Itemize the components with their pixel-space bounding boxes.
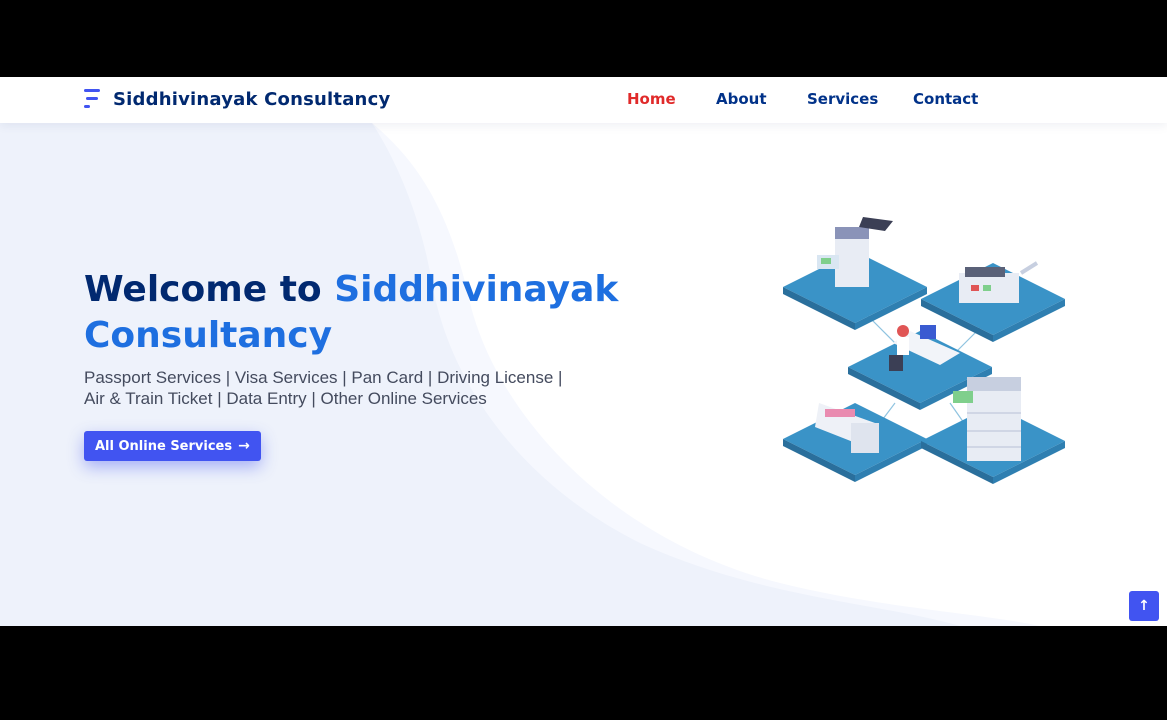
- arrow-right-icon: →: [238, 438, 250, 454]
- machine-platform: [921, 261, 1065, 342]
- hero-subtitle-line-1: Passport Services | Visa Services | Pan …: [84, 368, 563, 387]
- all-online-services-button[interactable]: All Online Services →: [84, 431, 261, 461]
- printer-platform: [783, 217, 927, 330]
- arrow-up-icon: ↑: [1138, 598, 1150, 614]
- hero-subtitle: Passport Services | Visa Services | Pan …: [84, 367, 584, 409]
- scanner-platform: [783, 403, 927, 482]
- services-isometric-illustration: [783, 217, 1065, 484]
- hero-section: Welcome to Siddhivinayak Consultancy Pas…: [0, 123, 1167, 626]
- brand-mark-icon: [84, 87, 102, 111]
- back-to-top-button[interactable]: ↑: [1129, 591, 1159, 621]
- hero-title: Welcome to Siddhivinayak Consultancy: [84, 269, 619, 356]
- hero-subtitle-line-2: Air & Train Ticket | Data Entry | Other …: [84, 389, 487, 408]
- cta-label: All Online Services: [95, 438, 233, 454]
- browser-viewport: Siddhivinayak Consultancy Home About Ser…: [0, 77, 1167, 626]
- nav-home[interactable]: Home: [627, 90, 676, 108]
- brand-name: Siddhivinayak Consultancy: [113, 88, 391, 110]
- nav-contact[interactable]: Contact: [913, 90, 978, 108]
- nav-about[interactable]: About: [716, 90, 767, 108]
- brand-logo[interactable]: Siddhivinayak Consultancy: [84, 87, 390, 111]
- nav-services[interactable]: Services: [807, 90, 878, 108]
- navbar: Siddhivinayak Consultancy Home About Ser…: [0, 77, 1167, 123]
